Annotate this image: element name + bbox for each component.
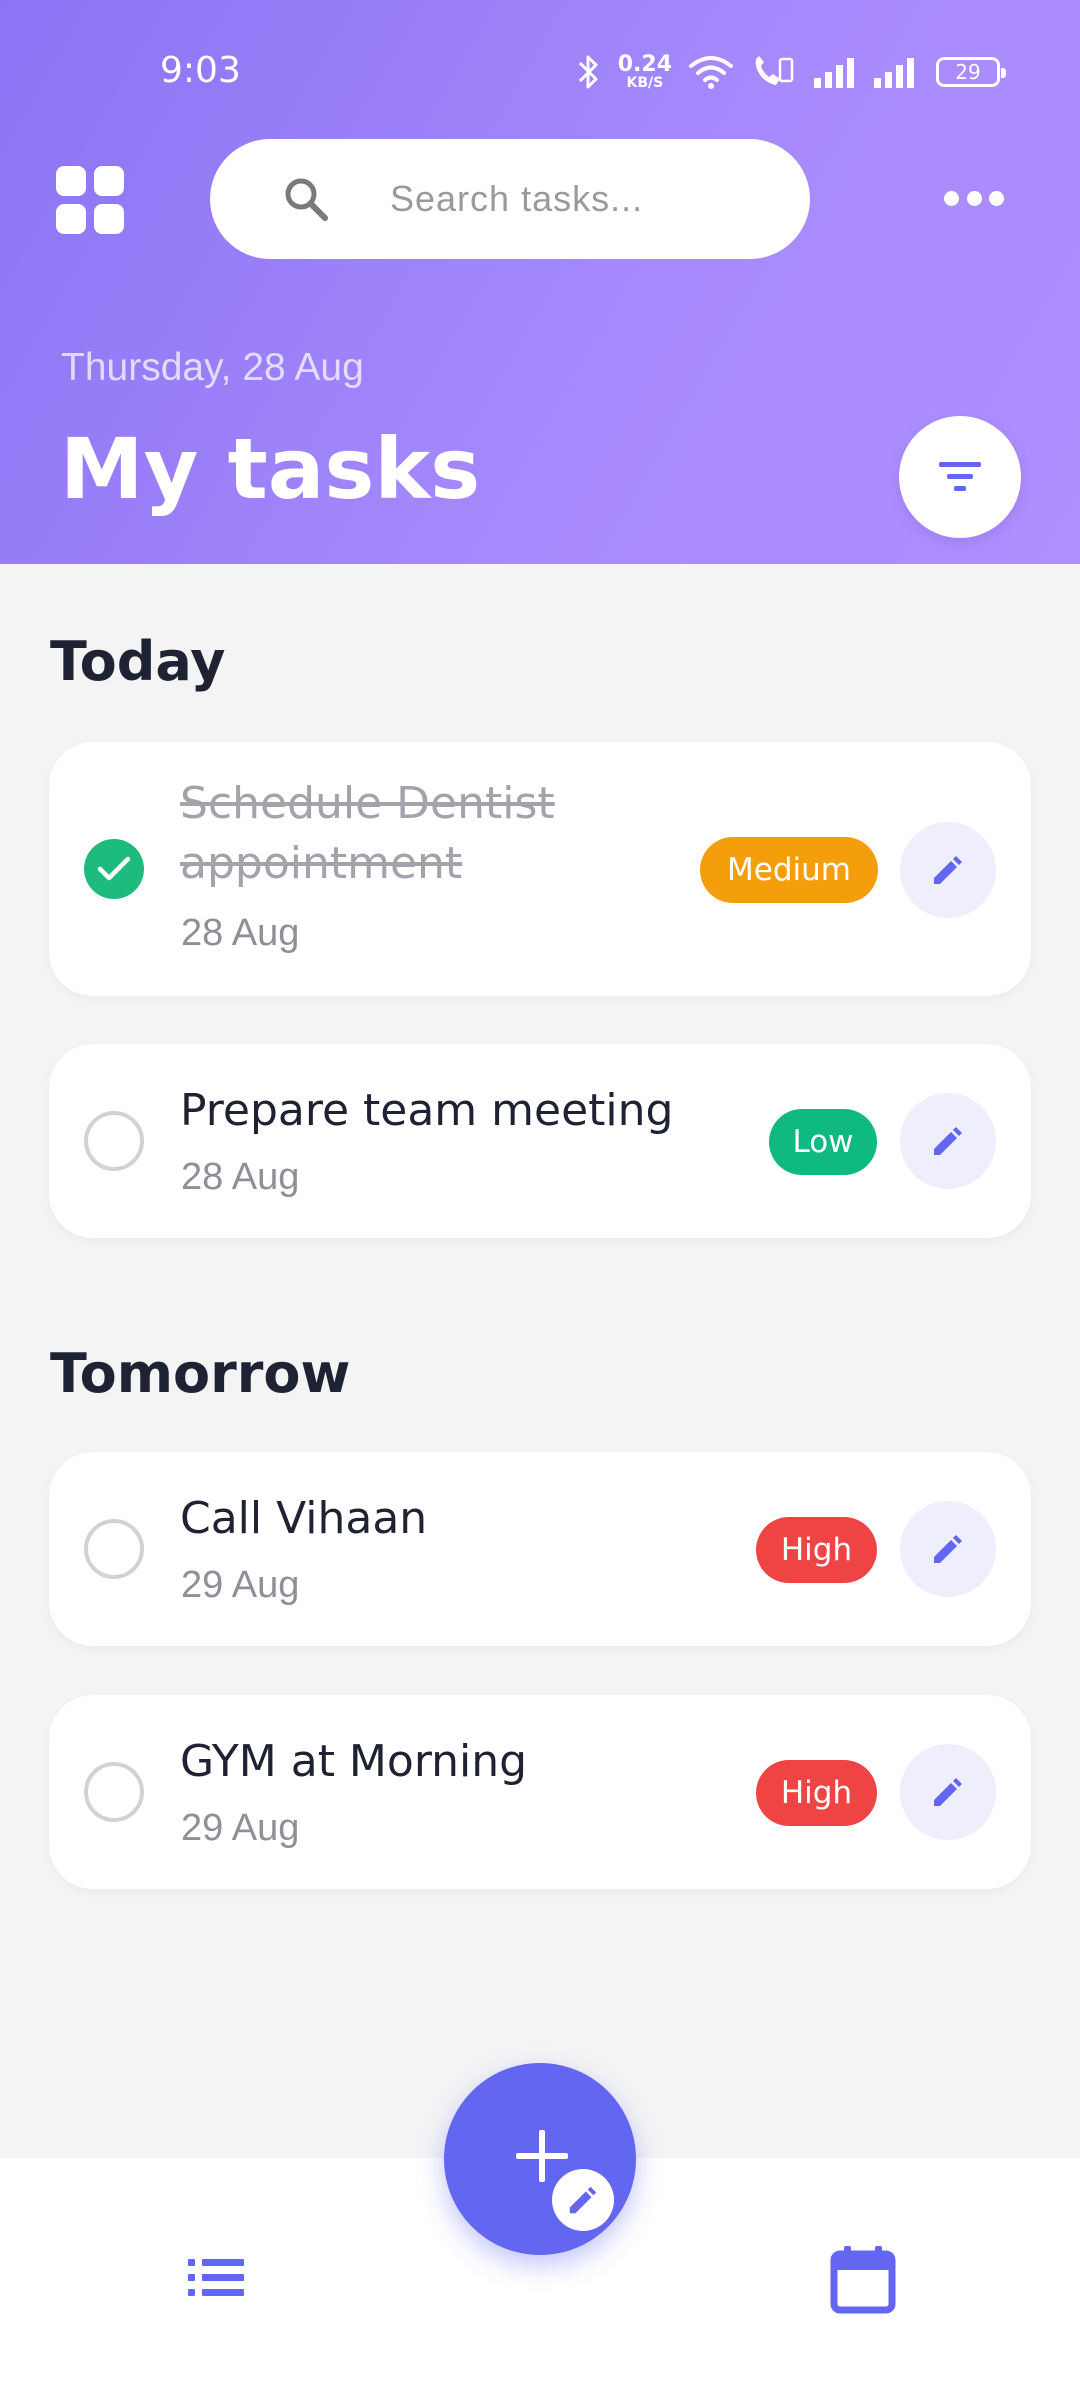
task-card[interactable]: GYM at Morning 29 Aug High <box>49 1695 1031 1889</box>
more-dot <box>966 190 982 206</box>
header: 9:03 0.24 KB/S 29 Search tasks... Thursd… <box>0 0 1080 564</box>
search-bar[interactable] <box>210 139 810 259</box>
network-speed-value: 0.24 <box>617 52 672 77</box>
calendar-icon[interactable] <box>830 2244 896 2314</box>
battery-level: 29 <box>955 60 981 84</box>
priority-badge: Low <box>769 1109 877 1175</box>
task-complete-toggle[interactable] <box>84 1111 144 1171</box>
more-dot <box>989 190 1004 206</box>
network-speed-unit: KB/S <box>626 75 664 91</box>
pencil-icon <box>569 2186 597 2214</box>
status-icons: 0.24 KB/S 29 <box>576 46 1006 98</box>
add-task-button[interactable] <box>444 2063 636 2255</box>
priority-badge: High <box>756 1517 877 1583</box>
task-date: 29 Aug <box>181 1564 300 1606</box>
grid-icon-cell <box>56 166 86 196</box>
bluetooth-icon <box>578 55 598 89</box>
task-title: GYM at Morning <box>180 1736 528 1787</box>
filter-icon <box>939 462 981 491</box>
pencil-icon <box>934 1778 962 1806</box>
grid-icon-cell <box>94 166 124 196</box>
volte-call-icon <box>755 56 794 85</box>
network-speed: 0.24 KB/S <box>617 52 672 91</box>
pencil-icon <box>934 1535 962 1563</box>
priority-badge: Medium <box>700 837 878 903</box>
menu-grid-button[interactable] <box>56 166 124 234</box>
task-date: 28 Aug <box>181 912 300 954</box>
search-input[interactable] <box>390 169 770 229</box>
section-title-today: Today <box>50 630 226 693</box>
task-title: Schedule Dentist appointment <box>180 778 555 889</box>
edit-task-button[interactable] <box>900 1093 996 1189</box>
status-bar: 9:03 0.24 KB/S 29 <box>0 0 1080 140</box>
list-icon[interactable] <box>186 2256 246 2300</box>
edit-task-button[interactable] <box>900 822 996 918</box>
plus-icon <box>516 2130 568 2182</box>
signal-icon-2 <box>874 58 914 88</box>
status-time: 9:03 <box>160 50 241 91</box>
battery-icon: 29 <box>936 57 1006 87</box>
priority-badge: High <box>756 1760 877 1826</box>
task-date: 28 Aug <box>181 1156 300 1198</box>
grid-icon-cell <box>94 204 124 234</box>
task-card[interactable]: Prepare team meeting 28 Aug Low <box>49 1044 1031 1238</box>
more-dot <box>944 190 959 206</box>
check-icon <box>97 856 131 881</box>
task-card[interactable]: Call Vihaan 29 Aug High <box>49 1452 1031 1646</box>
page-title: My tasks <box>60 420 481 518</box>
search-icon <box>285 178 328 221</box>
filter-button[interactable] <box>899 416 1021 538</box>
edit-task-button[interactable] <box>900 1501 996 1597</box>
task-date: 29 Aug <box>181 1807 300 1849</box>
current-date: Thursday, 28 Aug <box>61 346 364 389</box>
wifi-icon <box>689 56 733 89</box>
task-complete-toggle[interactable] <box>84 1519 144 1579</box>
task-title: Call Vihaan <box>180 1493 428 1544</box>
pencil-icon <box>934 1127 962 1155</box>
fab-edit-badge <box>552 2169 614 2231</box>
grid-icon-cell <box>56 204 86 234</box>
more-options-button[interactable] <box>944 188 1004 208</box>
task-complete-toggle[interactable] <box>84 839 144 899</box>
signal-icon-1 <box>814 58 854 88</box>
task-card[interactable]: Schedule Dentist appointment 28 Aug Medi… <box>49 742 1031 996</box>
edit-task-button[interactable] <box>900 1744 996 1840</box>
section-title-tomorrow: Tomorrow <box>50 1342 351 1405</box>
pencil-icon <box>934 856 962 884</box>
task-title: Prepare team meeting <box>180 1085 674 1136</box>
task-complete-toggle[interactable] <box>84 1762 144 1822</box>
